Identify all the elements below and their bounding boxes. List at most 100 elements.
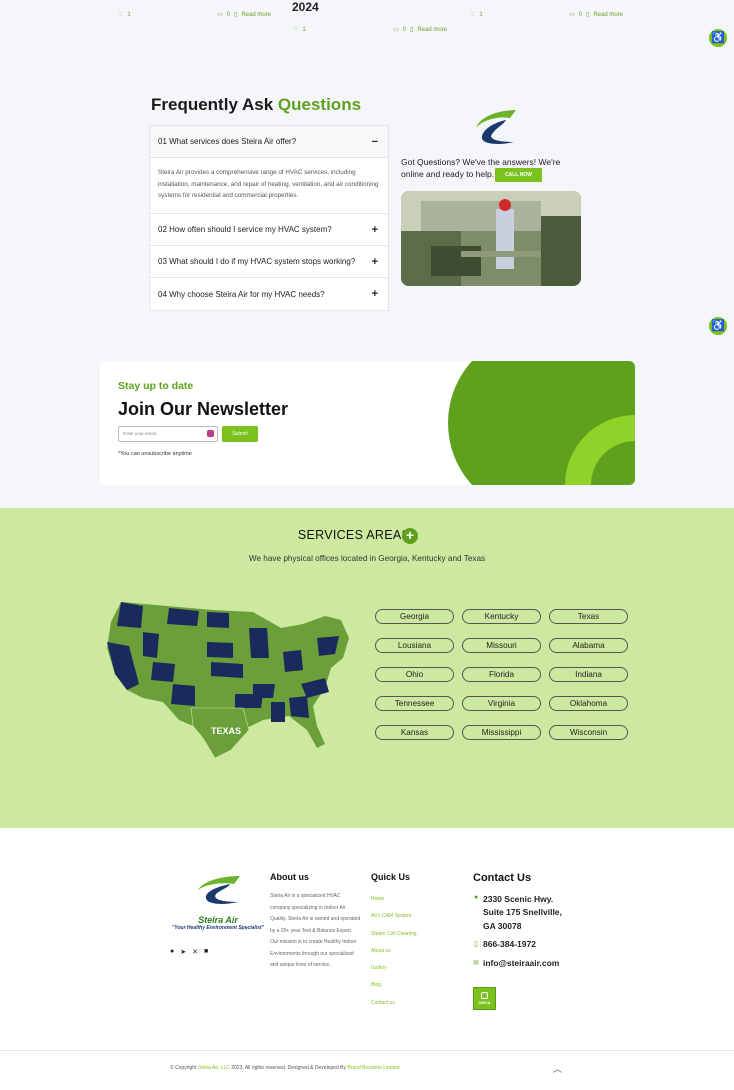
state-chip[interactable]: Kentucky <box>462 609 541 624</box>
location-pin-icon: ● <box>474 894 479 901</box>
logo-name: Steira Air <box>198 915 238 925</box>
steira-logo-icon <box>476 110 516 144</box>
state-chip[interactable]: Oklahoma <box>549 696 628 711</box>
footer-link-steam-coil[interactable]: Steam Coil Cleaning <box>371 926 417 943</box>
state-chip[interactable]: Kansas <box>375 725 454 740</box>
comment-icon: ▭ <box>569 12 575 18</box>
state-chip[interactable]: Mississippi <box>462 725 541 740</box>
faq-question-text: 03 What should I do if my HVAC system st… <box>158 257 356 266</box>
faq-question-text: 01 What services does Steira Air offer? <box>158 137 297 146</box>
phone-icon: ▯ <box>474 941 478 948</box>
telegram-icon[interactable]: ➤ <box>180 948 186 956</box>
faq-question-4[interactable]: 04 Why choose Steira Air for my HVAC nee… <box>150 278 388 310</box>
state-chip[interactable]: Ohio <box>375 667 454 682</box>
footer-link-cam-system[interactable]: Air's CAM System <box>371 908 417 925</box>
quick-links: Home Air's CAM System Steam Coil Cleanin… <box>371 891 417 1012</box>
comment-count: 0 <box>578 11 583 18</box>
copyright-bar: © Copyright Steira Air, LLC 2023. All ri… <box>0 1050 734 1090</box>
heart-icon[interactable]: ♡ <box>118 11 123 18</box>
badge-label: DMCA <box>478 1000 491 1005</box>
post-meta: ▭ 0 ▯ Read more <box>393 26 447 34</box>
read-more-link[interactable]: Read more <box>593 12 623 18</box>
faq-accordion: 01 What services does Steira Air offer? … <box>149 125 389 311</box>
logo-tagline: "Your Healthy Environment Specialist" <box>171 925 265 931</box>
state-chip[interactable]: Georgia <box>375 609 454 624</box>
scroll-top-icon[interactable]: ︿ <box>553 1062 562 1075</box>
minus-icon[interactable]: − <box>372 136 378 148</box>
state-chip[interactable]: Alabama <box>549 638 628 653</box>
decorative-circles <box>448 361 635 485</box>
facebook-icon[interactable]: ● <box>170 948 174 956</box>
x-twitter-icon[interactable]: ✕ <box>192 948 198 956</box>
newsletter-subtitle: Stay up to date <box>118 380 194 392</box>
lock-icon <box>481 992 488 999</box>
plus-icon[interactable]: + <box>402 528 418 544</box>
faq-title-main: Frequently Ask <box>151 95 278 114</box>
email-input[interactable]: Enter your email... <box>118 426 218 442</box>
heart-icon[interactable]: ♡ <box>470 11 475 18</box>
steira-logo-icon <box>198 876 240 904</box>
address-line: 2330 Scenic Hwy. <box>483 894 554 904</box>
address: 2330 Scenic Hwy. Suite 175 Snellville, G… <box>483 893 562 933</box>
heart-icon[interactable]: ♡ <box>293 26 298 33</box>
state-chip[interactable]: Virginia <box>462 696 541 711</box>
phone-number[interactable]: 866-384-1972 <box>483 939 536 949</box>
cta-text: Got Questions? We've the answers! We're … <box>401 157 561 179</box>
company-link[interactable]: Steira Air, LLC <box>198 1065 230 1071</box>
linkedin-icon[interactable]: ■ <box>204 948 208 956</box>
post-meta: ▭ 0 ▯ Read more <box>217 11 271 19</box>
service-areas-title-text: SERVICES AREAS <box>297 528 411 542</box>
read-more-link[interactable]: Read more <box>417 27 447 33</box>
footer-link-home[interactable]: Home <box>371 891 417 908</box>
accessibility-icon[interactable]: ♿ <box>709 317 727 335</box>
plus-icon[interactable]: + <box>372 224 378 236</box>
state-chip[interactable]: Tennessee <box>375 696 454 711</box>
post-meta: ♡ 1 <box>470 11 483 19</box>
unsubscribe-note: *You can unsubscribe anytime <box>118 451 192 457</box>
state-chip[interactable]: Indiana <box>549 667 628 682</box>
address-line: Suite 175 Snellville, <box>483 907 562 918</box>
dmca-badge[interactable]: DMCA <box>473 987 496 1010</box>
year-heading: 2024 <box>292 0 319 14</box>
service-areas-subtitle: We have physical offices located in Geor… <box>248 554 486 563</box>
post-meta: ▭ 0 ▯ Read more <box>569 11 623 19</box>
state-chip[interactable]: Missouri <box>462 638 541 653</box>
about-text: Steira Air is a specialized HVAC company… <box>270 893 361 968</box>
state-chip[interactable]: Florida <box>462 667 541 682</box>
faq-question-3[interactable]: 03 What should I do if my HVAC system st… <box>150 246 388 278</box>
copyright-mid: 2023. All rights reserved. Designed & De… <box>229 1065 348 1071</box>
footer: Steira Air "Your Healthy Environment Spe… <box>0 828 734 1050</box>
email-icon: ✉ <box>473 960 479 967</box>
email-address[interactable]: info@steiraair.com <box>483 958 559 968</box>
faq-question-2[interactable]: 02 How often should I service my HVAC sy… <box>150 214 388 246</box>
footer-link-about[interactable]: About us <box>371 943 417 960</box>
plus-icon[interactable]: + <box>372 256 378 268</box>
footer-link-blog[interactable]: Blog <box>371 977 417 994</box>
footer-logo[interactable]: Steira Air "Your Healthy Environment Spe… <box>168 874 268 931</box>
instagram-icon <box>207 430 214 437</box>
email-placeholder: Enter your email... <box>123 431 160 436</box>
faq-title-accent: Questions <box>277 95 362 114</box>
call-now-button[interactable]: CALL NOW <box>495 168 542 182</box>
states-list: Georgia Kentucky Texas Lousiana Missouri… <box>375 609 629 740</box>
newsletter-title: Join Our Newsletter <box>118 399 289 419</box>
state-chip[interactable]: Wisconsin <box>549 725 628 740</box>
accessibility-icon[interactable]: ♿ <box>709 29 727 47</box>
document-icon: ▯ <box>586 12 590 18</box>
comment-icon: ▭ <box>217 12 223 18</box>
like-count: 1 <box>127 11 131 18</box>
footer-link-gallery[interactable]: Gallery <box>371 960 417 977</box>
plus-icon[interactable]: + <box>372 288 378 300</box>
service-areas-section: SERVICES AREAS + We have physical office… <box>0 508 734 828</box>
footer-link-contact[interactable]: Contact us <box>371 995 417 1012</box>
state-chip[interactable]: Lousiana <box>375 638 454 653</box>
developer-link[interactable]: Brand Boosters Limited <box>347 1065 399 1071</box>
state-chip[interactable]: Texas <box>549 609 628 624</box>
newsletter-card: Stay up to date Join Our Newsletter Ente… <box>100 361 635 485</box>
faq-question-1[interactable]: 01 What services does Steira Air offer? … <box>150 126 388 158</box>
copyright-text: © Copyright Steira Air, LLC 2023. All ri… <box>170 1065 399 1071</box>
about-title: About us <box>270 872 309 882</box>
texas-map-label: TEXAS <box>211 726 241 736</box>
submit-button[interactable]: Submit <box>222 426 258 442</box>
read-more-link[interactable]: Read more <box>241 12 271 18</box>
